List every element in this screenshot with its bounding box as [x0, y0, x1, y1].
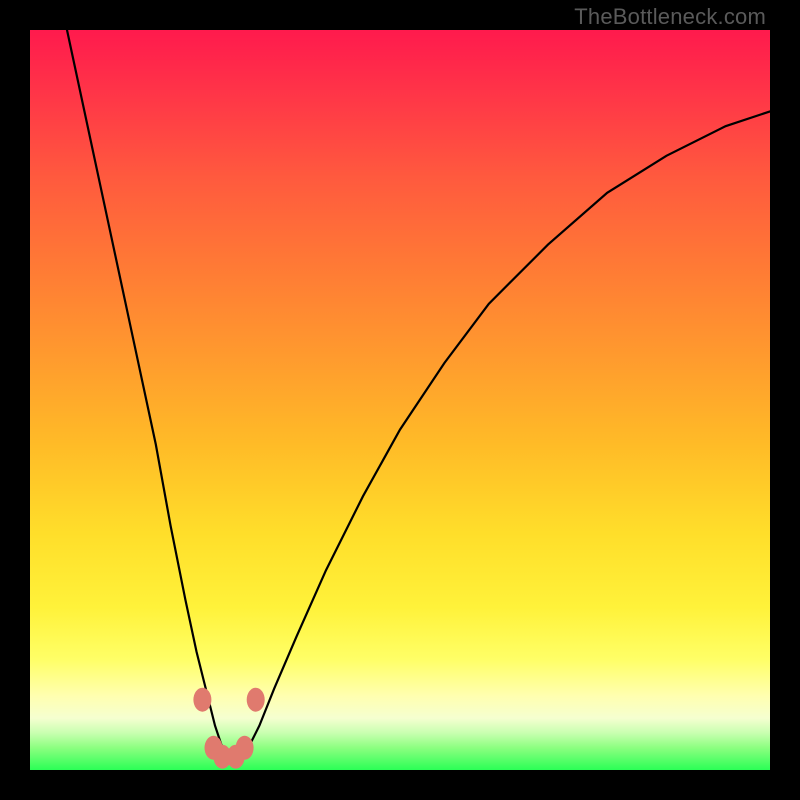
- curve-marker: [193, 688, 211, 712]
- curve-marker: [247, 688, 265, 712]
- curve-marker: [227, 745, 245, 769]
- curve-markers: [193, 688, 264, 769]
- chart-svg: [30, 30, 770, 770]
- bottleneck-curve: [67, 30, 770, 755]
- watermark-text: TheBottleneck.com: [574, 4, 766, 30]
- chart-frame: [30, 30, 770, 770]
